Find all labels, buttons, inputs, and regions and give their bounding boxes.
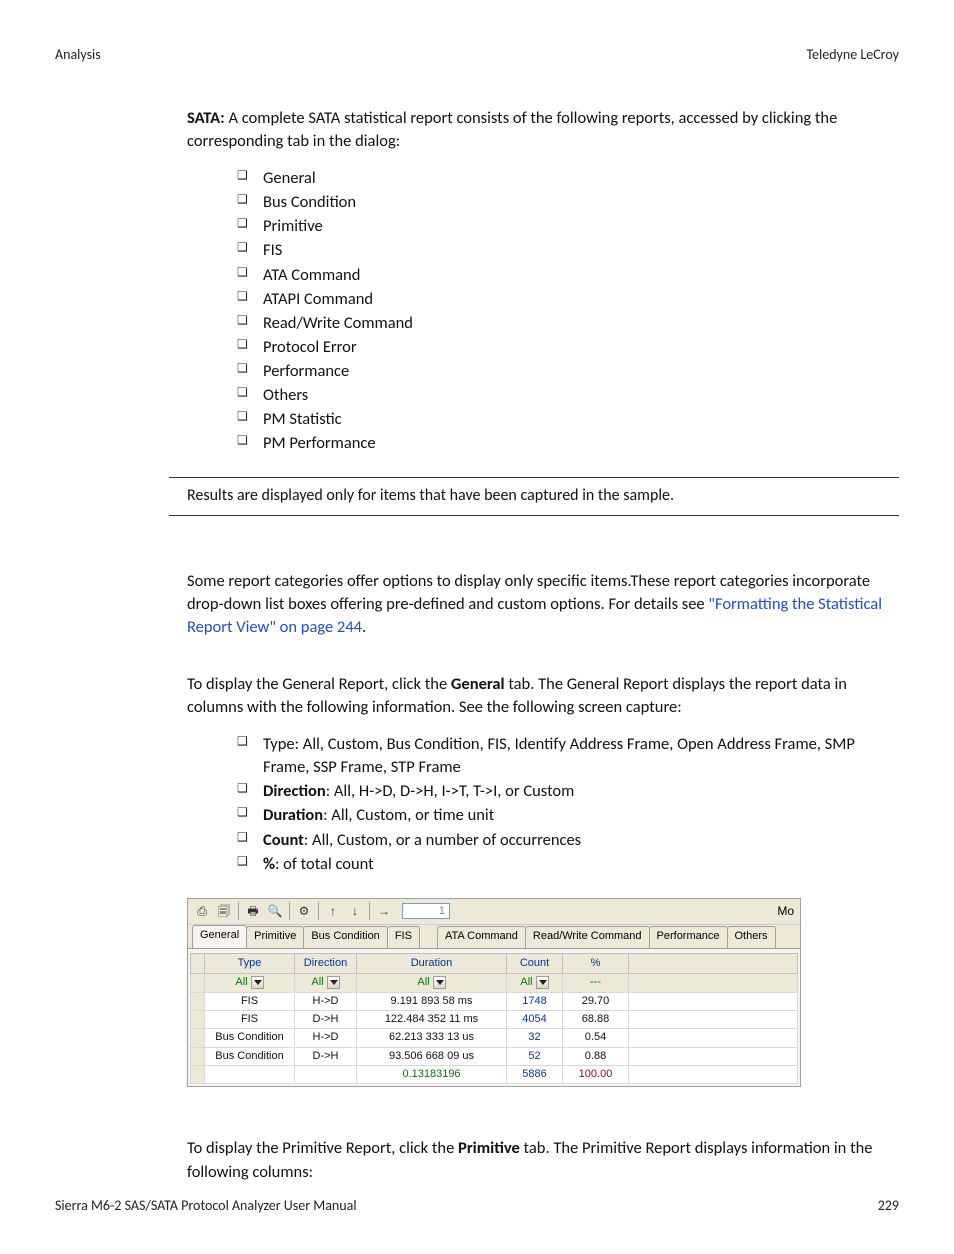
general-columns-list: Type: All, Custom, Bus Condition, FIS, I…	[187, 733, 899, 876]
table-row[interactable]: FIS D->H 122.484 352 11 ms 4054 68.88	[191, 1010, 798, 1028]
print-icon[interactable]: 🖶	[243, 902, 263, 920]
note-block: Results are displayed only for items tha…	[169, 477, 899, 515]
list-item: Type: All, Custom, Bus Condition, FIS, I…	[243, 733, 899, 779]
table-totals-row: 0.13183196 5886 100.00	[191, 1066, 798, 1084]
list-item: FIS	[243, 239, 899, 262]
row-selector-header	[191, 953, 205, 973]
separator	[369, 902, 370, 920]
tab-general[interactable]: General	[192, 925, 247, 947]
table-row[interactable]: FIS H->D 9.191 893 58 ms 1748 29.70	[191, 992, 798, 1010]
header-right: Teledyne LeCroy	[806, 46, 899, 63]
tab-bus-condition[interactable]: Bus Condition	[303, 926, 388, 947]
list-item: General	[243, 167, 899, 190]
footer-left: Sierra M6-2 SAS/SATA Protocol Analyzer U…	[55, 1197, 357, 1214]
page-number: 229	[878, 1197, 899, 1214]
tab-performance[interactable]: Performance	[649, 926, 728, 947]
list-item: PM Performance	[243, 432, 899, 455]
col-percent[interactable]: %	[563, 953, 629, 973]
filter-count[interactable]: All	[507, 974, 563, 992]
list-item: ATA Command	[243, 264, 899, 287]
header-left: Analysis	[55, 46, 101, 63]
list-item: Performance	[243, 360, 899, 383]
settings-icon[interactable]: ⚙	[294, 902, 314, 920]
list-item: Count: All, Custom, or a number of occur…	[243, 829, 899, 852]
tab-fis[interactable]: FIS	[387, 926, 420, 947]
table-row[interactable]: Bus Condition H->D 62.213 333 13 us 32 0…	[191, 1029, 798, 1047]
tab-rw-command[interactable]: Read/Write Command	[525, 926, 650, 947]
report-table: Type Direction Duration Count % All All …	[190, 953, 798, 1085]
list-item: ATAPI Command	[243, 288, 899, 311]
intro-para: SATA: A complete SATA statistical report…	[187, 107, 899, 153]
col-blank	[629, 953, 798, 973]
down-arrow-icon[interactable]: ↓	[345, 902, 365, 920]
chevron-down-icon[interactable]	[536, 976, 549, 989]
preview-icon[interactable]: 🔍	[265, 902, 285, 920]
up-arrow-icon[interactable]: ↑	[323, 902, 343, 920]
separator	[289, 902, 290, 920]
list-item: Direction: All, H->D, D->H, I->T, T->I, …	[243, 780, 899, 803]
row-selector[interactable]	[191, 974, 205, 992]
chevron-down-icon[interactable]	[251, 976, 264, 989]
list-item: Primitive	[243, 215, 899, 238]
chevron-down-icon[interactable]	[327, 976, 340, 989]
col-count[interactable]: Count	[507, 953, 563, 973]
body-para-1: Some report categories offer options to …	[187, 570, 899, 639]
note-text: Results are displayed only for items tha…	[187, 486, 674, 505]
filter-type[interactable]: All	[205, 974, 295, 992]
filter-direction[interactable]: All	[295, 974, 357, 992]
page-input[interactable]	[402, 903, 450, 919]
report-screenshot: ⎙ 🗐 🖶 🔍 ⚙ ↑ ↓ → Mo General Primitive Bus…	[187, 898, 801, 1088]
report-list: General Bus Condition Primitive FIS ATA …	[187, 167, 899, 455]
intro-prefix: SATA:	[187, 108, 225, 128]
col-duration[interactable]: Duration	[357, 953, 507, 973]
list-item: PM Statistic	[243, 408, 899, 431]
body-para-3: To display the Primitive Report, click t…	[187, 1137, 899, 1183]
truncated-label: Mo	[777, 903, 796, 920]
tab-ata-command[interactable]: ATA Command	[437, 926, 526, 947]
chevron-down-icon[interactable]	[433, 976, 446, 989]
list-item: Others	[243, 384, 899, 407]
col-direction[interactable]: Direction	[295, 953, 357, 973]
table-row[interactable]: Bus Condition D->H 93.506 668 09 us 52 0…	[191, 1047, 798, 1065]
go-arrow-icon[interactable]: →	[374, 902, 394, 920]
list-item: Bus Condition	[243, 191, 899, 214]
filter-percent: ---	[563, 974, 629, 992]
list-item: Protocol Error	[243, 336, 899, 359]
copy-icon[interactable]: 🗐	[214, 902, 234, 920]
list-item: %: of total count	[243, 853, 899, 876]
list-item: Read/Write Command	[243, 312, 899, 335]
filter-duration[interactable]: All	[357, 974, 507, 992]
list-item: Duration: All, Custom, or time unit	[243, 804, 899, 827]
report-tabs: General Primitive Bus Condition FIS ATA …	[187, 924, 801, 948]
intro-text: A complete SATA statistical report consi…	[187, 108, 837, 151]
separator	[318, 902, 319, 920]
tab-primitive[interactable]: Primitive	[246, 926, 304, 947]
tab-others[interactable]: Others	[727, 926, 776, 947]
separator	[238, 902, 239, 920]
body-para-2: To display the General Report, click the…	[187, 673, 899, 719]
report-toolbar: ⎙ 🗐 🖶 🔍 ⚙ ↑ ↓ → Mo	[187, 898, 801, 924]
export-icon[interactable]: ⎙	[192, 902, 212, 920]
col-type[interactable]: Type	[205, 953, 295, 973]
